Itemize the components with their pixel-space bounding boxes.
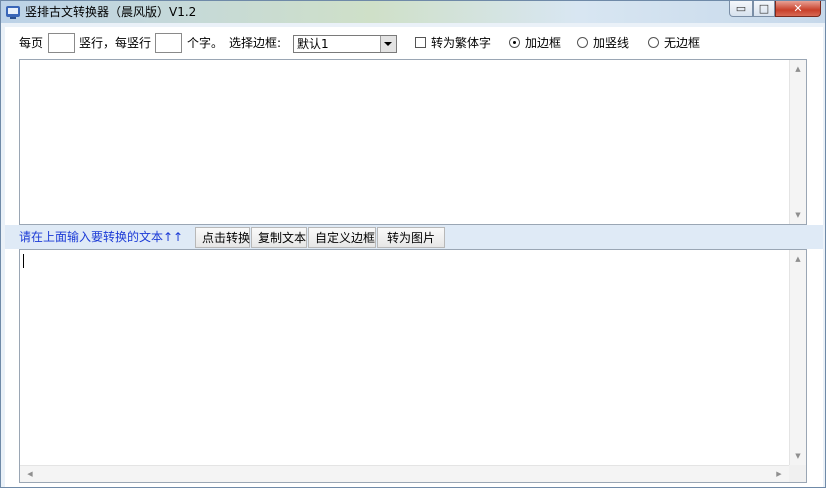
minimize-icon: ▭ — [735, 2, 747, 15]
columns-label: 竖行，每竖行 — [79, 36, 152, 50]
window-title: 竖排古文转换器（晨风版）V1.2 — [25, 5, 197, 19]
radio-no-border-label: 无边框 — [664, 36, 701, 50]
maximize-button[interactable]: □ — [753, 1, 775, 17]
output-text-area[interactable]: ▲ ▼ ◀ ▶ — [19, 249, 807, 483]
border-style-select[interactable]: 默认1 — [293, 35, 397, 53]
custom-border-button[interactable]: 自定义边框 — [308, 227, 376, 248]
traditional-checkbox[interactable] — [415, 37, 426, 48]
input-vertical-scrollbar[interactable]: ▲ ▼ — [789, 60, 806, 224]
text-caret — [23, 254, 24, 268]
scroll-up-icon[interactable]: ▲ — [790, 253, 806, 265]
per-page-label: 每页 — [19, 36, 44, 50]
scrollbar-corner — [789, 465, 806, 482]
border-select-label: 选择边框: — [229, 36, 282, 50]
action-toolbar: 请在上面输入要转换的文本↑↑ 点击转换 复制文本 自定义边框 转为图片 — [5, 225, 823, 249]
output-vertical-scrollbar[interactable]: ▲ ▼ — [789, 250, 806, 465]
traditional-label: 转为繁体字 — [431, 36, 492, 50]
maximize-icon: □ — [758, 2, 770, 15]
columns-per-page-input[interactable] — [48, 33, 75, 53]
minimize-button[interactable]: ▭ — [729, 1, 753, 17]
chars-per-column-input[interactable] — [155, 33, 182, 53]
convert-button[interactable]: 点击转换 — [195, 227, 250, 248]
app-window: 竖排古文转换器（晨风版）V1.2 ▭ □ ✕ 每页 竖行，每竖行 个字。 选择边… — [0, 0, 826, 488]
copy-text-button[interactable]: 复制文本 — [251, 227, 307, 248]
scroll-right-icon[interactable]: ▶ — [773, 468, 785, 480]
scroll-left-icon[interactable]: ◀ — [24, 468, 36, 480]
chevron-down-icon[interactable] — [380, 36, 396, 52]
radio-add-lines-label: 加竖线 — [593, 36, 630, 50]
output-horizontal-scrollbar[interactable]: ◀ ▶ — [20, 465, 789, 482]
title-bar[interactable]: 竖排古文转换器（晨风版）V1.2 ▭ □ ✕ — [1, 1, 825, 23]
radio-add-lines[interactable] — [577, 37, 588, 48]
input-hint: 请在上面输入要转换的文本↑↑ — [19, 230, 184, 244]
convert-to-image-button[interactable]: 转为图片 — [377, 227, 445, 248]
radio-no-border[interactable] — [648, 37, 659, 48]
close-button[interactable]: ✕ — [775, 1, 821, 17]
app-icon — [6, 6, 20, 19]
client-area: 每页 竖行，每竖行 个字。 选择边框: 默认1 转为繁体字 加边框 加竖线 无边… — [5, 27, 823, 487]
close-icon: ✕ — [793, 2, 803, 15]
radio-add-border[interactable] — [509, 37, 520, 48]
options-bar: 每页 竖行，每竖行 个字。 选择边框: 默认1 转为繁体字 加边框 加竖线 无边… — [5, 27, 823, 59]
border-style-value: 默认1 — [297, 37, 329, 51]
scroll-up-icon[interactable]: ▲ — [790, 63, 806, 75]
scroll-down-icon[interactable]: ▼ — [790, 209, 806, 221]
chars-label: 个字。 — [187, 36, 224, 50]
input-text-area[interactable]: ▲ ▼ — [19, 59, 807, 225]
scroll-down-icon[interactable]: ▼ — [790, 450, 806, 462]
radio-add-border-label: 加边框 — [525, 36, 562, 50]
